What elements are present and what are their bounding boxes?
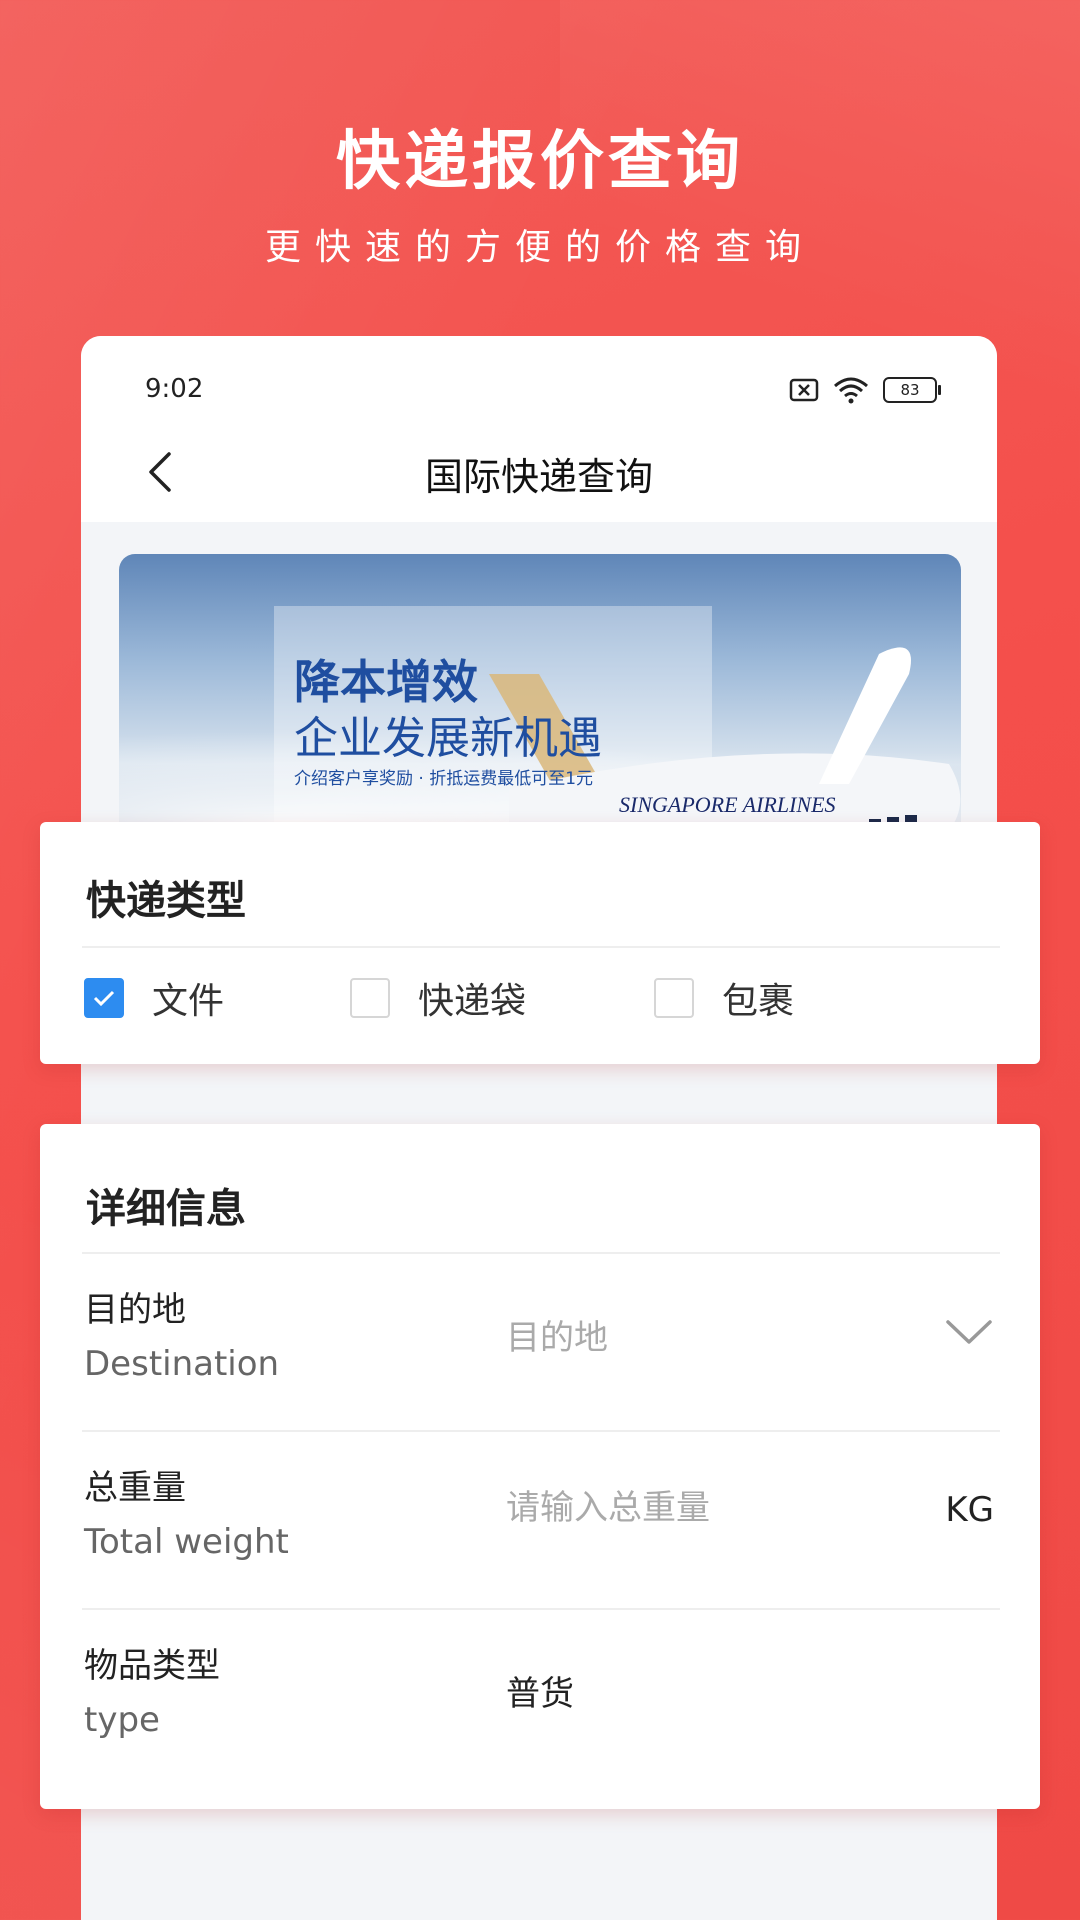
option-label: 文件: [152, 981, 225, 1022]
sim-off-icon: [789, 378, 819, 402]
express-type-title: 快递类型: [86, 878, 246, 924]
checkbox-checked-icon[interactable]: [84, 978, 124, 1018]
battery-icon: 83: [883, 377, 941, 403]
weight-unit: KG: [945, 1490, 994, 1530]
details-title: 详细信息: [86, 1186, 246, 1232]
checkbox-unchecked-icon[interactable]: [654, 978, 694, 1018]
banner-subheadline: 企业发展新机遇: [294, 713, 602, 764]
option-label: 快递袋: [418, 981, 527, 1022]
banner-tagline: 介绍客户享奖励 · 折抵运费最低可至1元: [294, 769, 594, 789]
weight-row: 总重量 Total weight KG: [82, 1432, 1000, 1608]
item-type-label-cn: 物品类型: [84, 1646, 220, 1686]
status-time: 9:02: [145, 374, 204, 404]
option-parcel[interactable]: 包裹: [654, 972, 794, 1024]
item-type-row[interactable]: 物品类型 type 普货: [82, 1610, 1000, 1786]
promo-subtitle: 更快速的方便的价格查询: [264, 227, 815, 268]
destination-label-en: Destination: [84, 1344, 280, 1384]
option-express-bag[interactable]: 快递袋: [350, 972, 526, 1024]
chevron-down-icon[interactable]: [944, 1312, 994, 1352]
item-type-value[interactable]: 普货: [506, 1666, 926, 1715]
express-type-card: 快递类型 文件 快递袋 包裹: [40, 822, 1040, 1064]
item-type-label-en: type: [84, 1700, 160, 1740]
option-label: 包裹: [722, 981, 795, 1022]
status-icons: 83: [789, 376, 941, 404]
checkmark-icon: [93, 990, 115, 1007]
weight-label-en: Total weight: [84, 1522, 289, 1562]
promo-title: 快递报价查询: [336, 125, 744, 199]
destination-row[interactable]: 目的地 Destination 目的地: [82, 1254, 1000, 1430]
divider: [82, 946, 1000, 948]
option-document[interactable]: 文件: [84, 972, 224, 1024]
promo-banner[interactable]: SINGAPORE AIRLINES 降本增效 企业发展新机遇 介绍客户享奖励 …: [119, 554, 961, 854]
app-header: 9:02 83 国际快递查询: [81, 336, 997, 522]
weight-label-cn: 总重量: [84, 1468, 186, 1508]
destination-label-cn: 目的地: [84, 1290, 186, 1330]
destination-select[interactable]: 目的地: [506, 1310, 926, 1359]
checkbox-unchecked-icon[interactable]: [350, 978, 390, 1018]
wifi-icon: [834, 377, 868, 404]
weight-input[interactable]: [506, 1488, 926, 1528]
airline-text: SINGAPORE AIRLINES: [619, 792, 836, 817]
page-title: 国际快递查询: [424, 455, 653, 499]
details-card: 详细信息 目的地 Destination 目的地 总重量 Total weigh…: [40, 1124, 1040, 1809]
